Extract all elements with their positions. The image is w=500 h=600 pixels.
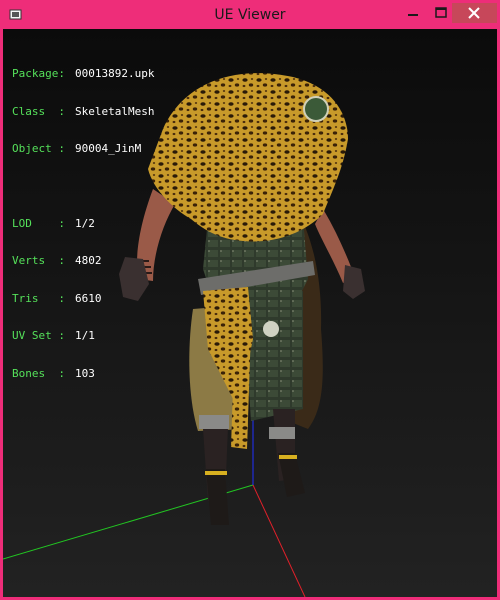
info-row-package: Package: 00013892.upk [12, 67, 155, 81]
info-row-bones: Bones : 103 [12, 366, 154, 381]
info-value: SkeletalMesh [75, 104, 155, 118]
info-label: Package: [12, 67, 65, 80]
info-value: 1/2 [75, 216, 95, 230]
info-row-object: Object : 90004_JinM [12, 142, 154, 156]
info-label: Class : [12, 104, 65, 118]
info-value: 4802 [75, 254, 102, 267]
3d-viewport[interactable]: Package: 00013892.upk Class : SkeletalMesh… [3, 29, 497, 597]
info-value: 103 [75, 366, 95, 380]
app-window: UE Viewer Package: 00013892.upk Class: … [0, 0, 500, 600]
info-value: 90004_JinM [75, 142, 142, 155]
info-label: Verts : [12, 254, 65, 267]
info-label: UV Set : [12, 329, 65, 342]
info-label: Bones : [12, 366, 65, 380]
info-value: 00013892.upk [75, 67, 155, 80]
close-icon [468, 7, 480, 19]
info-row-verts: Verts : 4802 [12, 254, 154, 268]
info-value: 1/1 [75, 329, 95, 342]
minimize-icon [408, 14, 418, 16]
title-bar[interactable]: UE Viewer [3, 3, 497, 29]
info-row-lod: LOD : 1/2 [12, 216, 154, 231]
info-label: Object : [12, 142, 65, 155]
axis-x-line [252, 484, 306, 597]
mesh-info-overlay: Package: 00013892.upk Class : SkeletalMesh… [12, 43, 154, 405]
info-value: 6610 [75, 291, 102, 305]
maximize-button[interactable] [427, 3, 455, 23]
info-row-tris: Tris : 6610 [12, 291, 154, 306]
info-label: LOD : [12, 216, 65, 230]
close-button[interactable] [452, 3, 497, 23]
maximize-icon [435, 7, 447, 18]
info-label: Tris : [12, 291, 65, 305]
info-row-uvset: UV Set : 1/1 [12, 329, 154, 343]
minimize-button[interactable] [399, 3, 427, 23]
info-row-class: Class : SkeletalMesh [12, 104, 155, 119]
